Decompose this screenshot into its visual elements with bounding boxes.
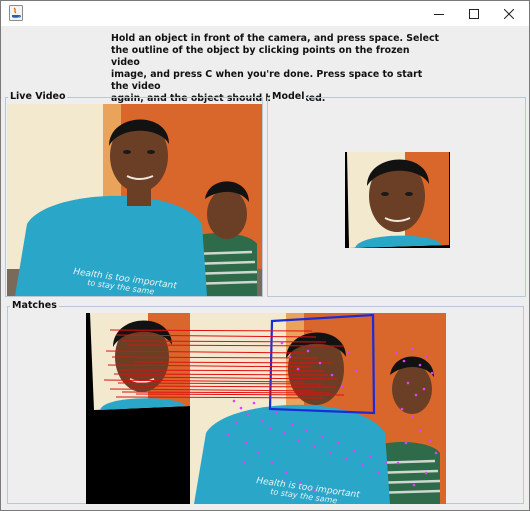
matches-view[interactable]: Health is too important to stay the same	[86, 313, 446, 504]
live-video-feed[interactable]: Health is too important to stay the same	[7, 104, 262, 296]
minimize-icon	[434, 13, 444, 15]
app-window: Hold an object in front of the camera, a…	[0, 0, 530, 511]
maximize-icon	[469, 8, 479, 19]
java-icon	[9, 5, 23, 21]
matches-label: Matches	[10, 300, 59, 312]
live-video-label: Live Video	[8, 91, 68, 103]
close-button[interactable]	[487, 1, 530, 26]
model-image	[345, 152, 450, 248]
close-icon	[504, 8, 514, 19]
model-label: Model	[270, 91, 307, 103]
title-bar[interactable]	[1, 1, 529, 26]
